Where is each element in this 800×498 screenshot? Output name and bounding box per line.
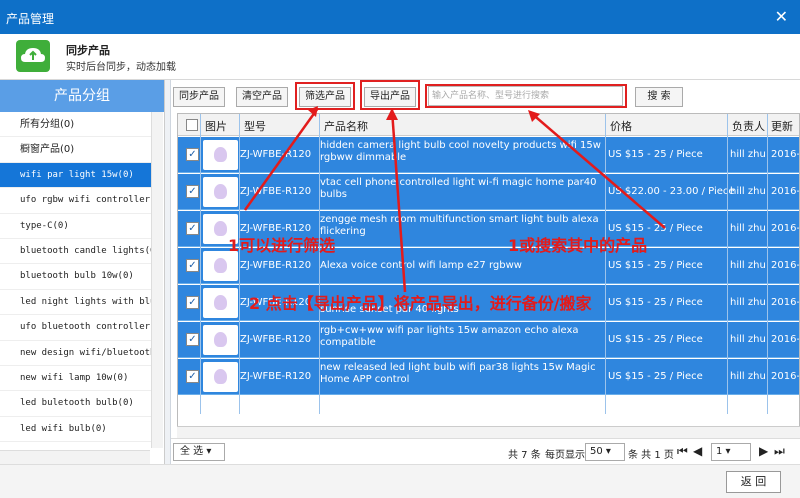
annotation-arrows: [243, 106, 666, 293]
annotation-filter: 1可以进行筛选: [228, 236, 336, 255]
annotation-search: 1或搜索其中的产品: [508, 236, 648, 255]
annotation-export: 2 点击【导出产品】将产品导出，进行备份/搬家: [249, 294, 592, 313]
